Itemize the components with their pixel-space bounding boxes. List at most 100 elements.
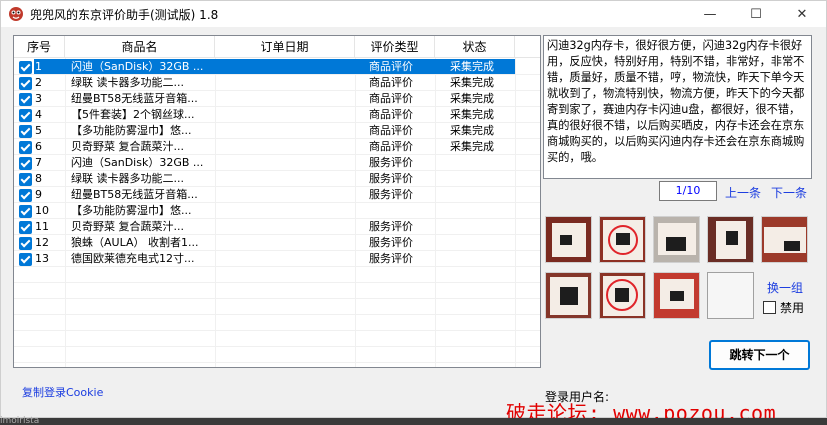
table-row[interactable]: 5 【多功能防雾湿巾】悠... 商品评价 采集完成 [14, 123, 540, 139]
table-row[interactable]: 3 纽曼BT58无线蓝牙音箱... 商品评价 采集完成 [14, 91, 540, 107]
review-image-thumbnail[interactable] [599, 216, 646, 263]
row-number: 3 [35, 92, 42, 105]
disable-checkbox[interactable] [763, 301, 776, 314]
empty-image-slot[interactable] [707, 272, 754, 319]
desktop-label: imoirlsta [0, 416, 40, 425]
row-review-type: 服务评价 [369, 236, 413, 249]
desktop-background [0, 418, 827, 425]
title-bar[interactable]: 兜兜风的东京评价助手(测试版) 1.8 — ☐ ✕ [1, 1, 826, 27]
thumbnail-memory-card [560, 235, 572, 245]
row-checkbox[interactable] [19, 221, 32, 234]
row-checkbox[interactable] [19, 189, 32, 202]
column-header-no[interactable]: 序号 [14, 36, 65, 58]
review-text-area[interactable]: 闪迪32g内存卡，很好很方便，闪迪32g内存卡很好用，反应快，特别好用，特别不错… [543, 35, 812, 179]
table-row[interactable]: 12 狼蛛（AULA） 收割者1... 服务评价 [14, 235, 540, 251]
row-checkbox[interactable] [19, 93, 32, 106]
next-review-link[interactable]: 下一条 [771, 184, 807, 201]
row-checkbox[interactable] [19, 157, 32, 170]
row-checkbox[interactable] [19, 109, 32, 122]
table-row[interactable]: 11 贝奇野菜 复合蔬菜汁... 服务评价 [14, 219, 540, 235]
review-image-thumbnail[interactable] [599, 272, 646, 319]
thumbnail-memory-card [616, 233, 630, 245]
table-row[interactable]: 13 德国欧莱德充电式12寸... 服务评价 [14, 251, 540, 267]
row-checkbox[interactable] [19, 141, 32, 154]
row-status [450, 187, 512, 203]
thumbnail-memory-card [670, 291, 684, 301]
table-row[interactable]: 10 【多功能防雾湿巾】悠... [14, 203, 540, 219]
column-header-status[interactable]: 状态 [435, 36, 515, 58]
column-header-name[interactable]: 商品名 [65, 36, 215, 58]
row-checkbox[interactable] [19, 77, 32, 90]
row-product-name: 纽曼BT58无线蓝牙音箱... [71, 92, 198, 105]
swap-images-link[interactable]: 换一组 [767, 279, 803, 296]
row-divider [14, 74, 540, 75]
row-divider [14, 138, 540, 139]
table-row[interactable]: 7 闪迪（SanDisk）32GB ... 服务评价 [14, 155, 540, 171]
row-divider [14, 250, 540, 251]
list-header: 序号 商品名 订单日期 评价类型 状态 [14, 36, 540, 58]
row-divider [14, 298, 540, 299]
row-status [450, 235, 512, 251]
thumbnail-memory-card [784, 241, 800, 251]
row-number: 10 [35, 204, 49, 217]
close-button[interactable]: ✕ [779, 1, 825, 27]
row-checkbox[interactable] [19, 205, 32, 218]
row-product-name: 贝奇野菜 复合蔬菜汁... [71, 220, 184, 233]
row-product-name: 贝奇野菜 复合蔬菜汁... [71, 140, 184, 153]
column-header-type[interactable]: 评价类型 [355, 36, 435, 58]
row-checkbox[interactable] [19, 125, 32, 138]
table-row[interactable]: 4 【5件套装】2个钢丝球... 商品评价 采集完成 [14, 107, 540, 123]
review-image-thumbnail[interactable] [653, 272, 700, 319]
row-status: 采集完成 [450, 140, 494, 153]
row-status [450, 171, 512, 187]
copy-cookie-link[interactable]: 复制登录Cookie [22, 384, 103, 400]
column-header-date[interactable]: 订单日期 [215, 36, 355, 58]
row-number: 2 [35, 76, 42, 89]
row-divider [14, 362, 540, 363]
table-row[interactable]: 8 绿联 读卡器多功能二... 服务评价 [14, 171, 540, 187]
row-divider [14, 234, 540, 235]
thumbnail-memory-card [726, 231, 738, 245]
prev-review-link[interactable]: 上一条 [725, 184, 761, 201]
review-image-thumbnail[interactable] [707, 216, 754, 263]
row-number: 8 [35, 172, 42, 185]
row-review-type: 服务评价 [369, 156, 413, 169]
row-product-name: 纽曼BT58无线蓝牙音箱... [71, 188, 198, 201]
row-divider [14, 154, 540, 155]
row-divider [14, 330, 540, 331]
table-row[interactable]: 2 绿联 读卡器多功能二... 商品评价 采集完成 [14, 75, 540, 91]
row-status [450, 251, 512, 267]
row-number: 12 [35, 236, 49, 249]
review-image-thumbnail[interactable] [545, 216, 592, 263]
row-divider [14, 90, 540, 91]
row-review-type: 服务评价 [369, 188, 413, 201]
row-status: 采集完成 [450, 92, 494, 105]
review-image-thumbnail[interactable] [653, 216, 700, 263]
row-number: 7 [35, 156, 42, 169]
row-divider [14, 266, 540, 267]
row-checkbox[interactable] [19, 61, 32, 74]
row-status: 采集完成 [450, 76, 494, 89]
jump-next-button[interactable]: 跳转下一个 [709, 340, 810, 370]
disable-label: 禁用 [780, 301, 805, 315]
row-status: 采集完成 [450, 124, 494, 137]
row-review-type: 服务评价 [369, 220, 413, 233]
row-status [450, 155, 512, 171]
row-review-type: 商品评价 [369, 76, 413, 89]
row-review-type: 服务评价 [369, 252, 413, 265]
disable-images-toggle[interactable]: 禁用 [763, 299, 804, 316]
row-divider [14, 106, 540, 107]
table-row[interactable]: 6 贝奇野菜 复合蔬菜汁... 商品评价 采集完成 [14, 139, 540, 155]
table-row[interactable]: 1 闪迪（SanDisk）32GB ... 商品评价 采集完成 [14, 59, 540, 75]
row-checkbox[interactable] [19, 173, 32, 186]
thumbnail-memory-card [666, 237, 686, 251]
row-number: 4 [35, 108, 42, 121]
table-row[interactable]: 9 纽曼BT58无线蓝牙音箱... 服务评价 [14, 187, 540, 203]
row-checkbox[interactable] [19, 253, 32, 266]
minimize-button[interactable]: — [687, 1, 733, 27]
order-list[interactable]: 序号 商品名 订单日期 评价类型 状态 1 闪迪（SanDisk）32GB ...… [13, 35, 541, 368]
maximize-button[interactable]: ☐ [733, 1, 779, 27]
review-image-thumbnail[interactable] [761, 216, 808, 263]
row-checkbox[interactable] [19, 237, 32, 250]
review-image-thumbnail[interactable] [545, 272, 592, 319]
